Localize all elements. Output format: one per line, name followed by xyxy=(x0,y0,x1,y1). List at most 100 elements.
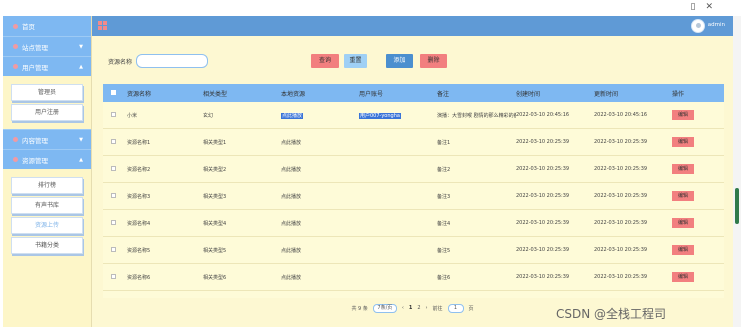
row-select-cell xyxy=(103,246,123,254)
cell-note: 备注1 xyxy=(437,139,451,146)
search-input[interactable] xyxy=(136,54,209,68)
next-page-button[interactable]: › xyxy=(426,305,428,311)
row-checkbox[interactable] xyxy=(110,165,116,171)
col-header: 操作 xyxy=(672,90,685,98)
account-text: 用户007-yongha xyxy=(359,112,401,119)
page-1[interactable]: 1 xyxy=(409,305,412,311)
chevron-up-icon: ▲ xyxy=(79,64,83,70)
row-checkbox[interactable] xyxy=(110,273,116,279)
resource-table: 资源名称 相关类型 本地资源 用户账号 备注 创建时间 更新时间 操作 小米 玄… xyxy=(103,84,724,298)
cell-name: 资源名称6 xyxy=(127,274,151,281)
prev-page-button[interactable]: ‹ xyxy=(402,305,404,311)
maximize-icon[interactable]: ▯ xyxy=(691,2,706,12)
edit-button[interactable]: 编辑 xyxy=(672,110,694,120)
table-row: 资源名称1 相关类型1 点此播放 备注1 2022-03-10 20:25:39… xyxy=(103,129,724,156)
cell-name: 资源名称3 xyxy=(127,193,151,200)
sidebar-item-ranking[interactable]: 排行榜 xyxy=(11,177,83,194)
sidebar-item-user-register[interactable]: 用户注册 xyxy=(11,104,83,121)
edit-button[interactable]: 编辑 xyxy=(672,137,694,147)
row-checkbox[interactable] xyxy=(110,192,116,198)
top-bar: admin xyxy=(92,16,733,36)
user-icon xyxy=(13,64,18,69)
sidebar-group-content[interactable]: 内容管理 ▼ xyxy=(3,129,91,149)
row-select-cell xyxy=(103,219,123,227)
reset-button[interactable]: 重置 xyxy=(344,54,367,68)
avatar[interactable] xyxy=(691,19,705,33)
edit-button[interactable]: 编辑 xyxy=(672,272,694,282)
edit-button[interactable]: 编辑 xyxy=(672,218,694,228)
table-row: 资源名称6 相关类型6 点此播放 备注6 2022-03-10 20:25:39… xyxy=(103,264,724,291)
play-link[interactable]: 点此播放 xyxy=(281,139,359,146)
cell-type: 相关类型5 xyxy=(203,247,227,254)
cell-name: 资源名称4 xyxy=(127,220,151,227)
row-checkbox[interactable] xyxy=(110,138,116,144)
sidebar-submenu-resources: 排行榜 有声书库 资源上传 书籍分类 xyxy=(3,169,91,262)
scrollbar-thumb[interactable] xyxy=(735,188,739,224)
sidebar-item-home[interactable]: 首页 xyxy=(3,16,91,36)
cell-updated: 2022-03-10 20:25:39 xyxy=(594,274,648,280)
cell-action: 编辑 xyxy=(672,272,724,282)
play-link[interactable]: 点此播放 xyxy=(281,166,359,173)
sidebar-submenu-users: 管理员 用户注册 xyxy=(3,76,91,129)
cell-updated: 2022-03-10 20:25:39 xyxy=(594,193,648,199)
cell-note: 备注6 xyxy=(437,274,451,281)
cell-name: 小米 xyxy=(127,112,138,119)
sidebar-item-label: 首页 xyxy=(22,23,35,31)
cell-created: 2022-03-10 20:25:39 xyxy=(516,139,570,145)
cell-created: 2022-03-10 20:25:39 xyxy=(516,166,570,172)
col-header: 资源名称 xyxy=(127,90,152,98)
edit-button[interactable]: 编辑 xyxy=(672,245,694,255)
close-icon[interactable]: ✕ xyxy=(705,2,723,12)
vertical-scrollbar[interactable] xyxy=(733,16,741,327)
play-link[interactable]: 点此播放 xyxy=(281,274,359,281)
query-button[interactable]: 查询 xyxy=(311,54,339,68)
grid-menu-icon[interactable] xyxy=(98,21,107,30)
cell-action: 编辑 xyxy=(672,164,724,174)
edit-button[interactable]: 编辑 xyxy=(672,191,694,201)
play-link[interactable]: 点此播放 xyxy=(281,112,304,119)
cell-name: 资源名称1 xyxy=(127,139,151,146)
content-icon xyxy=(13,137,18,142)
edit-button[interactable]: 编辑 xyxy=(672,164,694,174)
sidebar-item-resource-upload[interactable]: 资源上传 xyxy=(11,217,83,234)
play-link[interactable]: 点此播放 xyxy=(281,220,359,227)
cell-type: 相关类型4 xyxy=(203,220,227,227)
cell-created: 2022-03-10 20:25:39 xyxy=(516,274,570,280)
sidebar-group-users[interactable]: 用户管理 ▲ xyxy=(3,56,91,76)
select-all-checkbox[interactable] xyxy=(110,89,116,95)
goto-unit: 页 xyxy=(468,305,474,312)
page-2[interactable]: 2 xyxy=(417,305,420,311)
page-size-select[interactable]: 7条/页 xyxy=(372,303,397,313)
main-content: 资源名称 查询 重置 添加 删除 资源名称 相关类型 本地资源 用户账号 备注 … xyxy=(92,36,733,327)
cell-updated: 2022-03-10 20:25:39 xyxy=(594,247,648,253)
sidebar-item-audiobook-library[interactable]: 有声书库 xyxy=(11,197,83,214)
row-checkbox[interactable] xyxy=(110,111,116,117)
sidebar-item-admin[interactable]: 管理员 xyxy=(11,84,83,101)
play-link[interactable]: 点此播放 xyxy=(281,247,359,254)
sidebar-group-resources[interactable]: 资源管理 ▲ xyxy=(3,149,91,169)
pagination-total: 共 9 条 xyxy=(351,305,368,312)
window-controls[interactable]: ▯✕ xyxy=(691,2,724,12)
chevron-up-icon: ▲ xyxy=(79,157,83,163)
goto-page-input[interactable]: 1 xyxy=(447,303,464,313)
row-checkbox[interactable] xyxy=(110,219,116,225)
table-row: 资源名称3 相关类型3 点此播放 备注3 2022-03-10 20:25:39… xyxy=(103,183,724,210)
delete-button[interactable]: 删除 xyxy=(420,54,447,68)
cell-updated: 2022-03-10 20:45:16 xyxy=(594,112,648,118)
table-row: 资源名称2 相关类型2 点此播放 备注2 2022-03-10 20:25:39… xyxy=(103,156,724,183)
cell-created: 2022-03-10 20:25:39 xyxy=(516,193,570,199)
cell-type: 相关类型3 xyxy=(203,193,227,200)
username-label[interactable]: admin xyxy=(708,22,725,28)
row-select-cell xyxy=(103,138,123,146)
sidebar-group-site[interactable]: 站点管理 ▼ xyxy=(3,36,91,56)
cell-action: 编辑 xyxy=(672,191,724,201)
cell-note: 备注3 xyxy=(437,193,451,200)
cell-created: 2022-03-10 20:25:39 xyxy=(516,220,570,226)
search-bar: 资源名称 xyxy=(108,54,209,68)
add-button[interactable]: 添加 xyxy=(386,54,413,68)
sidebar-item-book-category[interactable]: 书籍分类 xyxy=(11,237,83,254)
sidebar-group-label: 资源管理 xyxy=(22,156,48,165)
window-title-strip: ▯✕ xyxy=(0,0,741,16)
row-checkbox[interactable] xyxy=(110,246,116,252)
play-link[interactable]: 点此播放 xyxy=(281,193,359,200)
